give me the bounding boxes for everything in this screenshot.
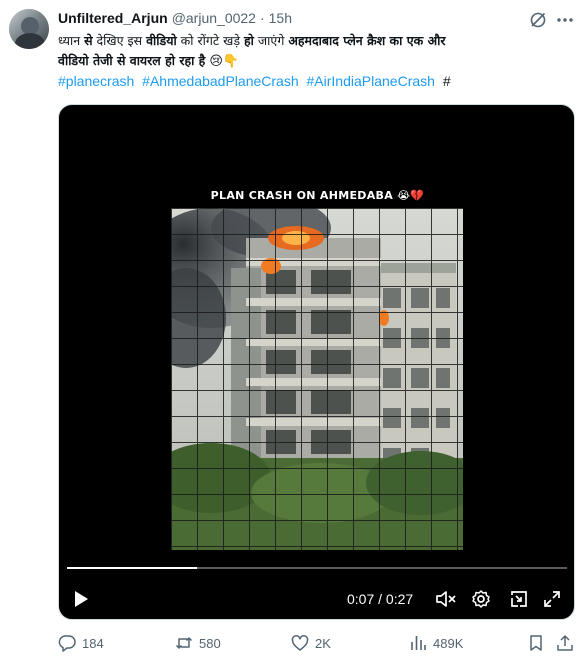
hashtags: #planecrash #AhmedabadPlaneCrash #AirInd… <box>58 72 578 90</box>
tweet: Unfiltered_Arjun @arjun_0022 · 15h ध्यान… <box>0 0 583 663</box>
pip-icon[interactable] <box>509 589 529 609</box>
share-button[interactable] <box>556 630 580 656</box>
mute-icon[interactable] <box>435 589 457 609</box>
repost-count: 580 <box>199 635 221 651</box>
video-caption: PLAN CRASH ON AHMEDABA 😭💔 <box>210 189 425 202</box>
repost-button[interactable]: 580 <box>175 630 221 656</box>
like-button[interactable]: 2K <box>291 630 331 656</box>
hashtag-link[interactable]: #AhmedabadPlaneCrash <box>142 73 298 89</box>
tweet-header: Unfiltered_Arjun @arjun_0022 · 15h <box>58 9 292 27</box>
share-icon <box>557 635 573 651</box>
bookmark-icon <box>530 635 542 651</box>
reply-count: 184 <box>82 635 104 651</box>
bookmark-button[interactable] <box>527 630 551 656</box>
avatar[interactable] <box>9 9 49 49</box>
views-button[interactable]: 489K <box>409 630 463 656</box>
current-time: 0:07 <box>347 591 375 607</box>
time-display: 0:07 / 0:27 <box>347 591 414 607</box>
duration: 0:27 <box>385 591 414 607</box>
progress-bar[interactable] <box>67 567 567 569</box>
post-time[interactable]: 15h <box>269 10 292 26</box>
video-player[interactable]: PLAN CRASH ON AHMEDABA 😭💔 0:07 / 0:27 <box>58 104 575 620</box>
reply-button[interactable]: 184 <box>58 630 104 656</box>
separator-dot: · <box>259 10 265 26</box>
like-count: 2K <box>315 635 331 651</box>
view-count: 489K <box>433 635 464 651</box>
settings-icon[interactable] <box>471 589 491 609</box>
analytics-icon <box>411 636 426 650</box>
progress-fill <box>67 567 197 569</box>
hashtag-link[interactable]: #planecrash <box>58 73 134 89</box>
grok-icon[interactable] <box>529 11 547 29</box>
post-text: ध्यान से देखिए इस वीडियो को रोंगटे खड़े … <box>58 31 578 72</box>
heart-icon <box>291 635 309 651</box>
pointing-down-emoji: 👇 <box>222 54 240 69</box>
building-fire-scene <box>171 208 463 550</box>
repost-icon <box>175 637 193 649</box>
fullscreen-icon[interactable] <box>542 589 562 609</box>
action-bar: 184 580 2K 489K <box>58 630 578 656</box>
play-icon[interactable] <box>73 589 89 609</box>
author-name[interactable]: Unfiltered_Arjun <box>58 10 168 26</box>
more-icon[interactable] <box>555 11 575 29</box>
trailing-hash: # <box>442 73 451 89</box>
crying-emoji: 😢 <box>209 54 223 69</box>
reply-icon <box>58 635 76 652</box>
hashtag-link[interactable]: #AirIndiaPlaneCrash <box>307 73 435 89</box>
video-frame <box>171 208 463 550</box>
author-handle[interactable]: @arjun_0022 <box>172 10 256 26</box>
